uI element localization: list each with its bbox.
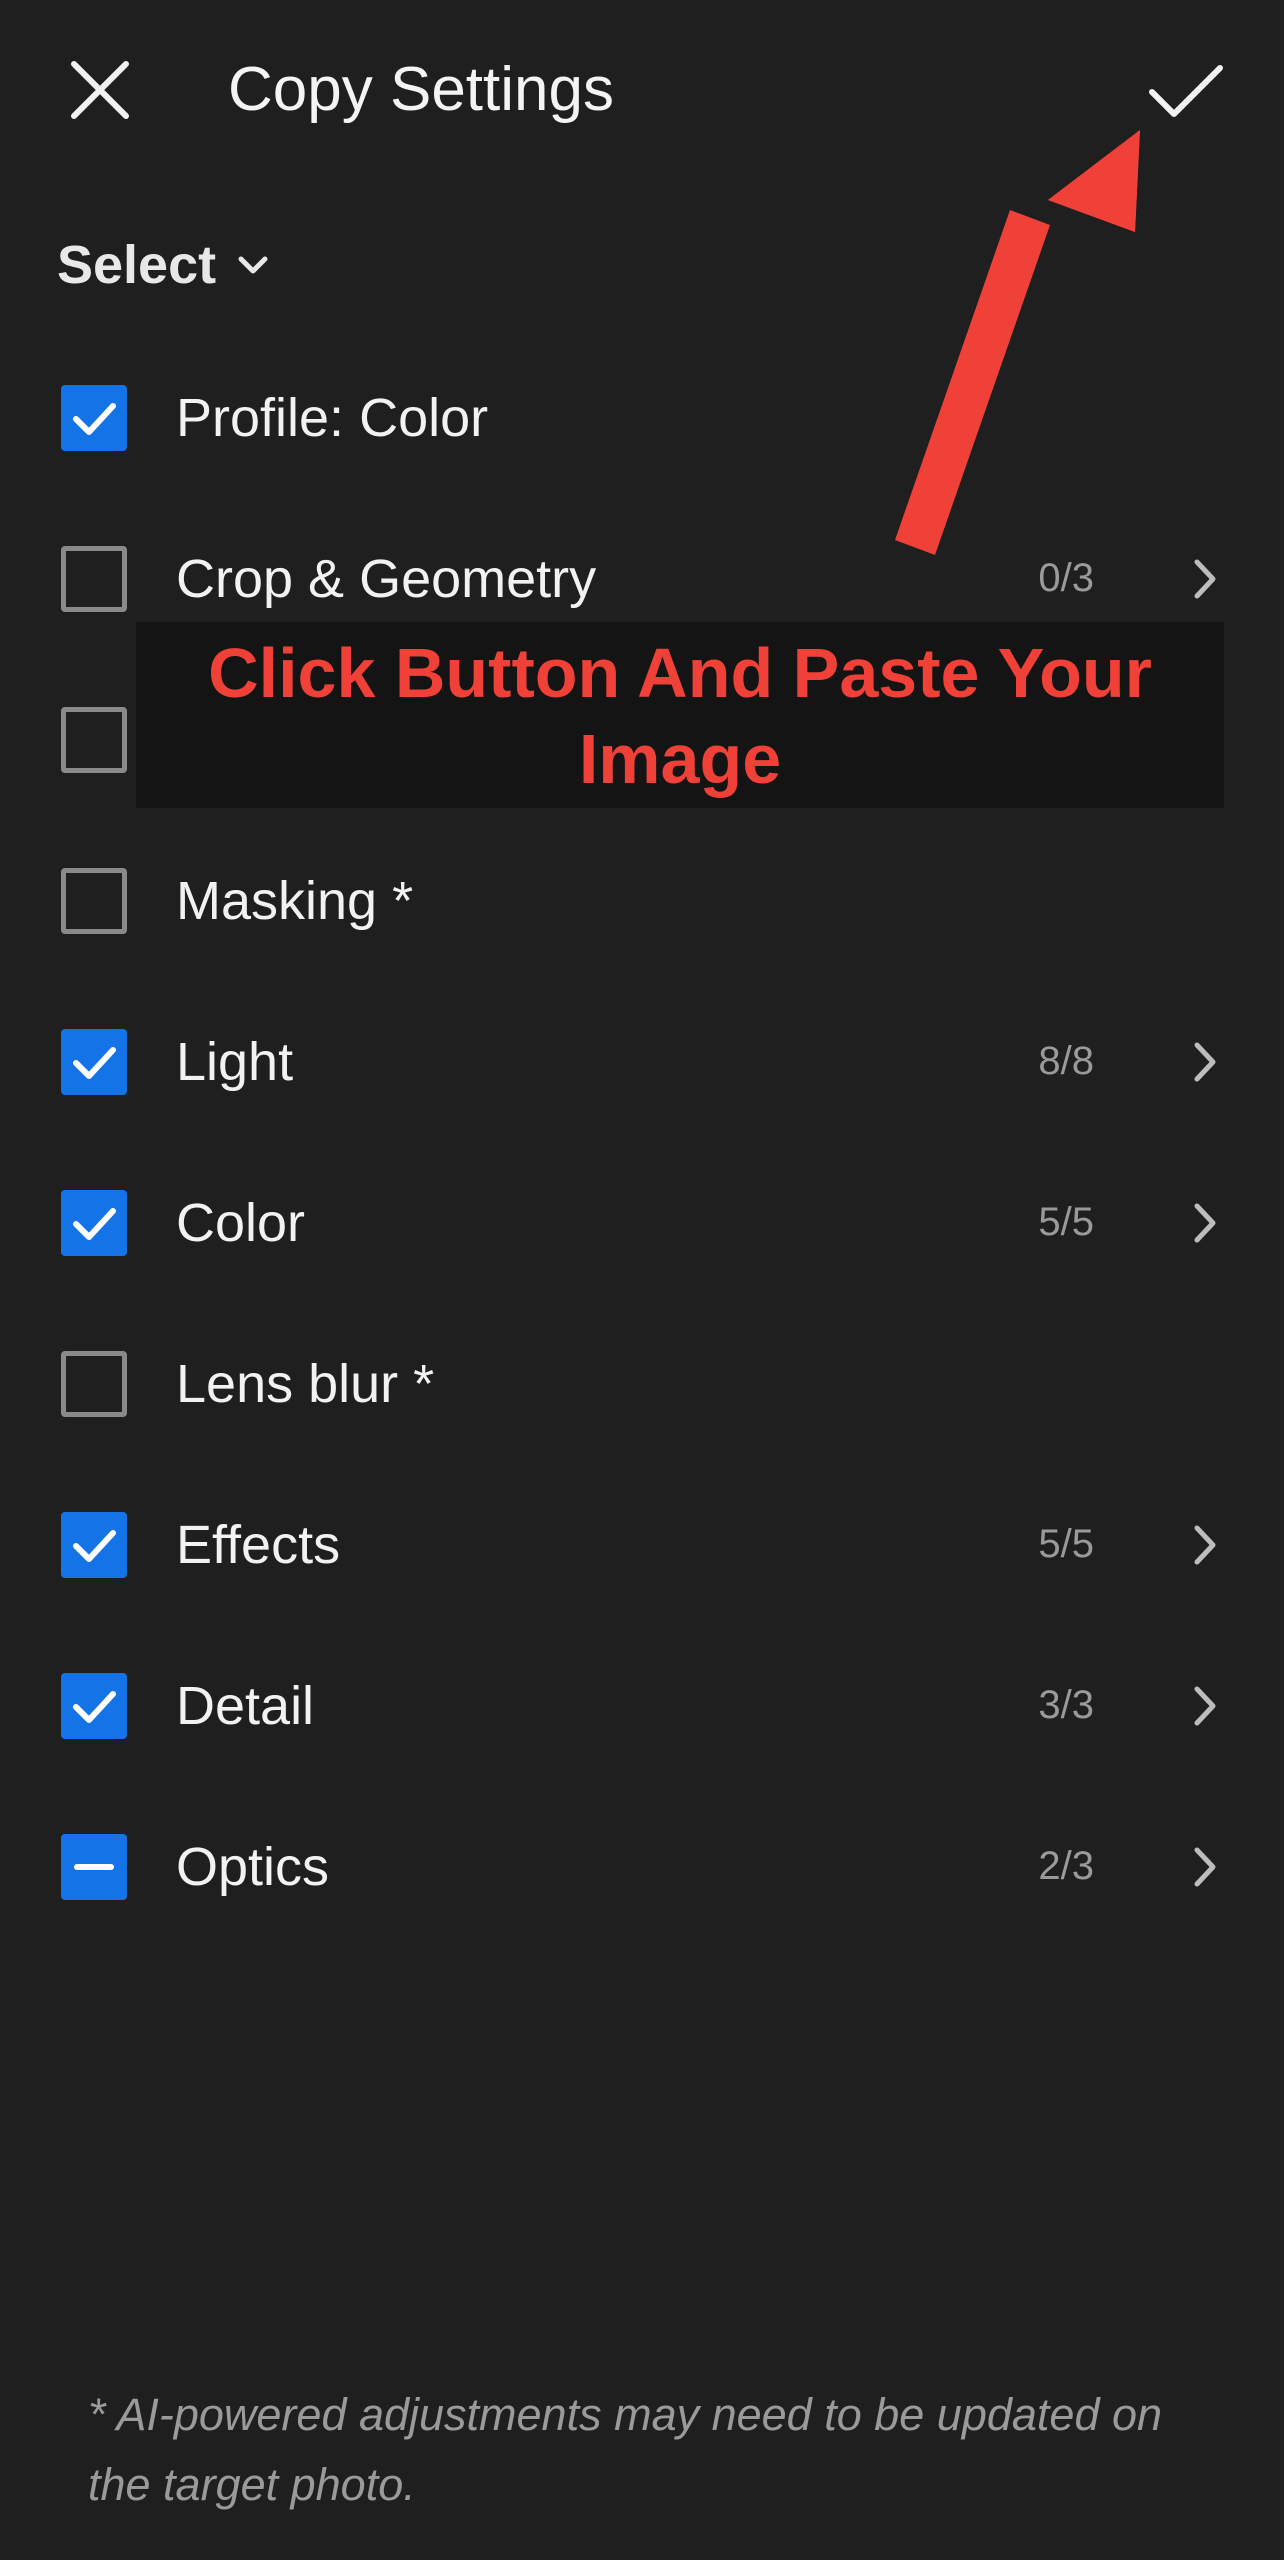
list-item-label: Lens blur * (176, 1353, 435, 1414)
list-item[interactable]: Detail 3/3 (0, 1625, 1284, 1786)
list-item-label: Profile: Color (176, 387, 489, 448)
list-item[interactable]: Masking * (0, 820, 1284, 981)
list-item-label: Light (176, 1031, 294, 1092)
list-item-label: Color (176, 1192, 306, 1253)
minus-icon (74, 1863, 114, 1870)
chevron-down-icon (238, 256, 268, 274)
list-item-count: 0/3 (1038, 556, 1094, 600)
list-item-count: 2/3 (1038, 1844, 1094, 1888)
list-item[interactable]: Light 8/8 (0, 981, 1284, 1142)
list-item-count: 5/5 (1038, 1522, 1094, 1566)
chevron-right-icon[interactable] (1190, 1522, 1220, 1568)
header: Copy Settings (0, 0, 1284, 170)
select-dropdown[interactable]: Select (57, 225, 270, 305)
close-button[interactable] (60, 50, 140, 130)
list-item[interactable]: Color 5/5 (0, 1142, 1284, 1303)
annotation-text: Click Button And Paste Your Image (208, 634, 1152, 798)
checkbox-checked[interactable] (61, 384, 127, 451)
list-item-label: Masking * (176, 870, 414, 931)
page-title: Copy Settings (228, 55, 614, 124)
list-item-label: Crop & Geometry (176, 548, 597, 609)
checkbox-checked[interactable] (61, 1672, 127, 1739)
checkbox-unchecked[interactable] (61, 706, 127, 773)
checkbox-checked[interactable] (61, 1028, 127, 1095)
chevron-right-icon[interactable] (1190, 1683, 1220, 1729)
settings-list: Profile: ColorCrop & Geometry0/3Remove *… (0, 337, 1284, 1947)
list-item-count: 5/5 (1038, 1200, 1094, 1244)
checkbox-checked[interactable] (61, 1511, 127, 1578)
chevron-right-icon[interactable] (1190, 1200, 1220, 1246)
footnote: * AI-powered adjustments may need to be … (88, 2389, 1163, 2510)
confirm-button[interactable] (1140, 46, 1230, 136)
checkbox-unchecked[interactable] (61, 1350, 127, 1417)
list-item[interactable]: Profile: Color (0, 337, 1284, 498)
list-item-label: Effects (176, 1514, 341, 1575)
chevron-right-icon[interactable] (1190, 1844, 1220, 1890)
list-item[interactable]: Effects 5/5 (0, 1464, 1284, 1625)
close-icon (71, 61, 129, 119)
checkbox-checked[interactable] (61, 1189, 127, 1256)
check-icon (73, 1690, 116, 1723)
checkmark-icon (1149, 65, 1223, 117)
check-icon (73, 1207, 116, 1240)
checkbox-unchecked[interactable] (61, 545, 127, 612)
check-icon (73, 402, 116, 435)
list-item-label: Optics (176, 1836, 330, 1897)
list-item[interactable]: Lens blur * (0, 1303, 1284, 1464)
chevron-right-icon[interactable] (1190, 556, 1220, 602)
checkbox-partial[interactable] (61, 1833, 127, 1900)
list-item-count: 3/3 (1038, 1683, 1094, 1727)
annotation-banner: Click Button And Paste Your Image (136, 622, 1224, 808)
check-icon (73, 1529, 116, 1562)
list-item-label: Detail (176, 1675, 315, 1736)
check-icon (73, 1046, 116, 1079)
checkbox-unchecked[interactable] (61, 867, 127, 934)
list-item-count: 8/8 (1038, 1039, 1094, 1083)
select-label: Select (57, 235, 217, 295)
list-item[interactable]: Optics 2/3 (0, 1786, 1284, 1947)
chevron-right-icon[interactable] (1190, 1039, 1220, 1085)
